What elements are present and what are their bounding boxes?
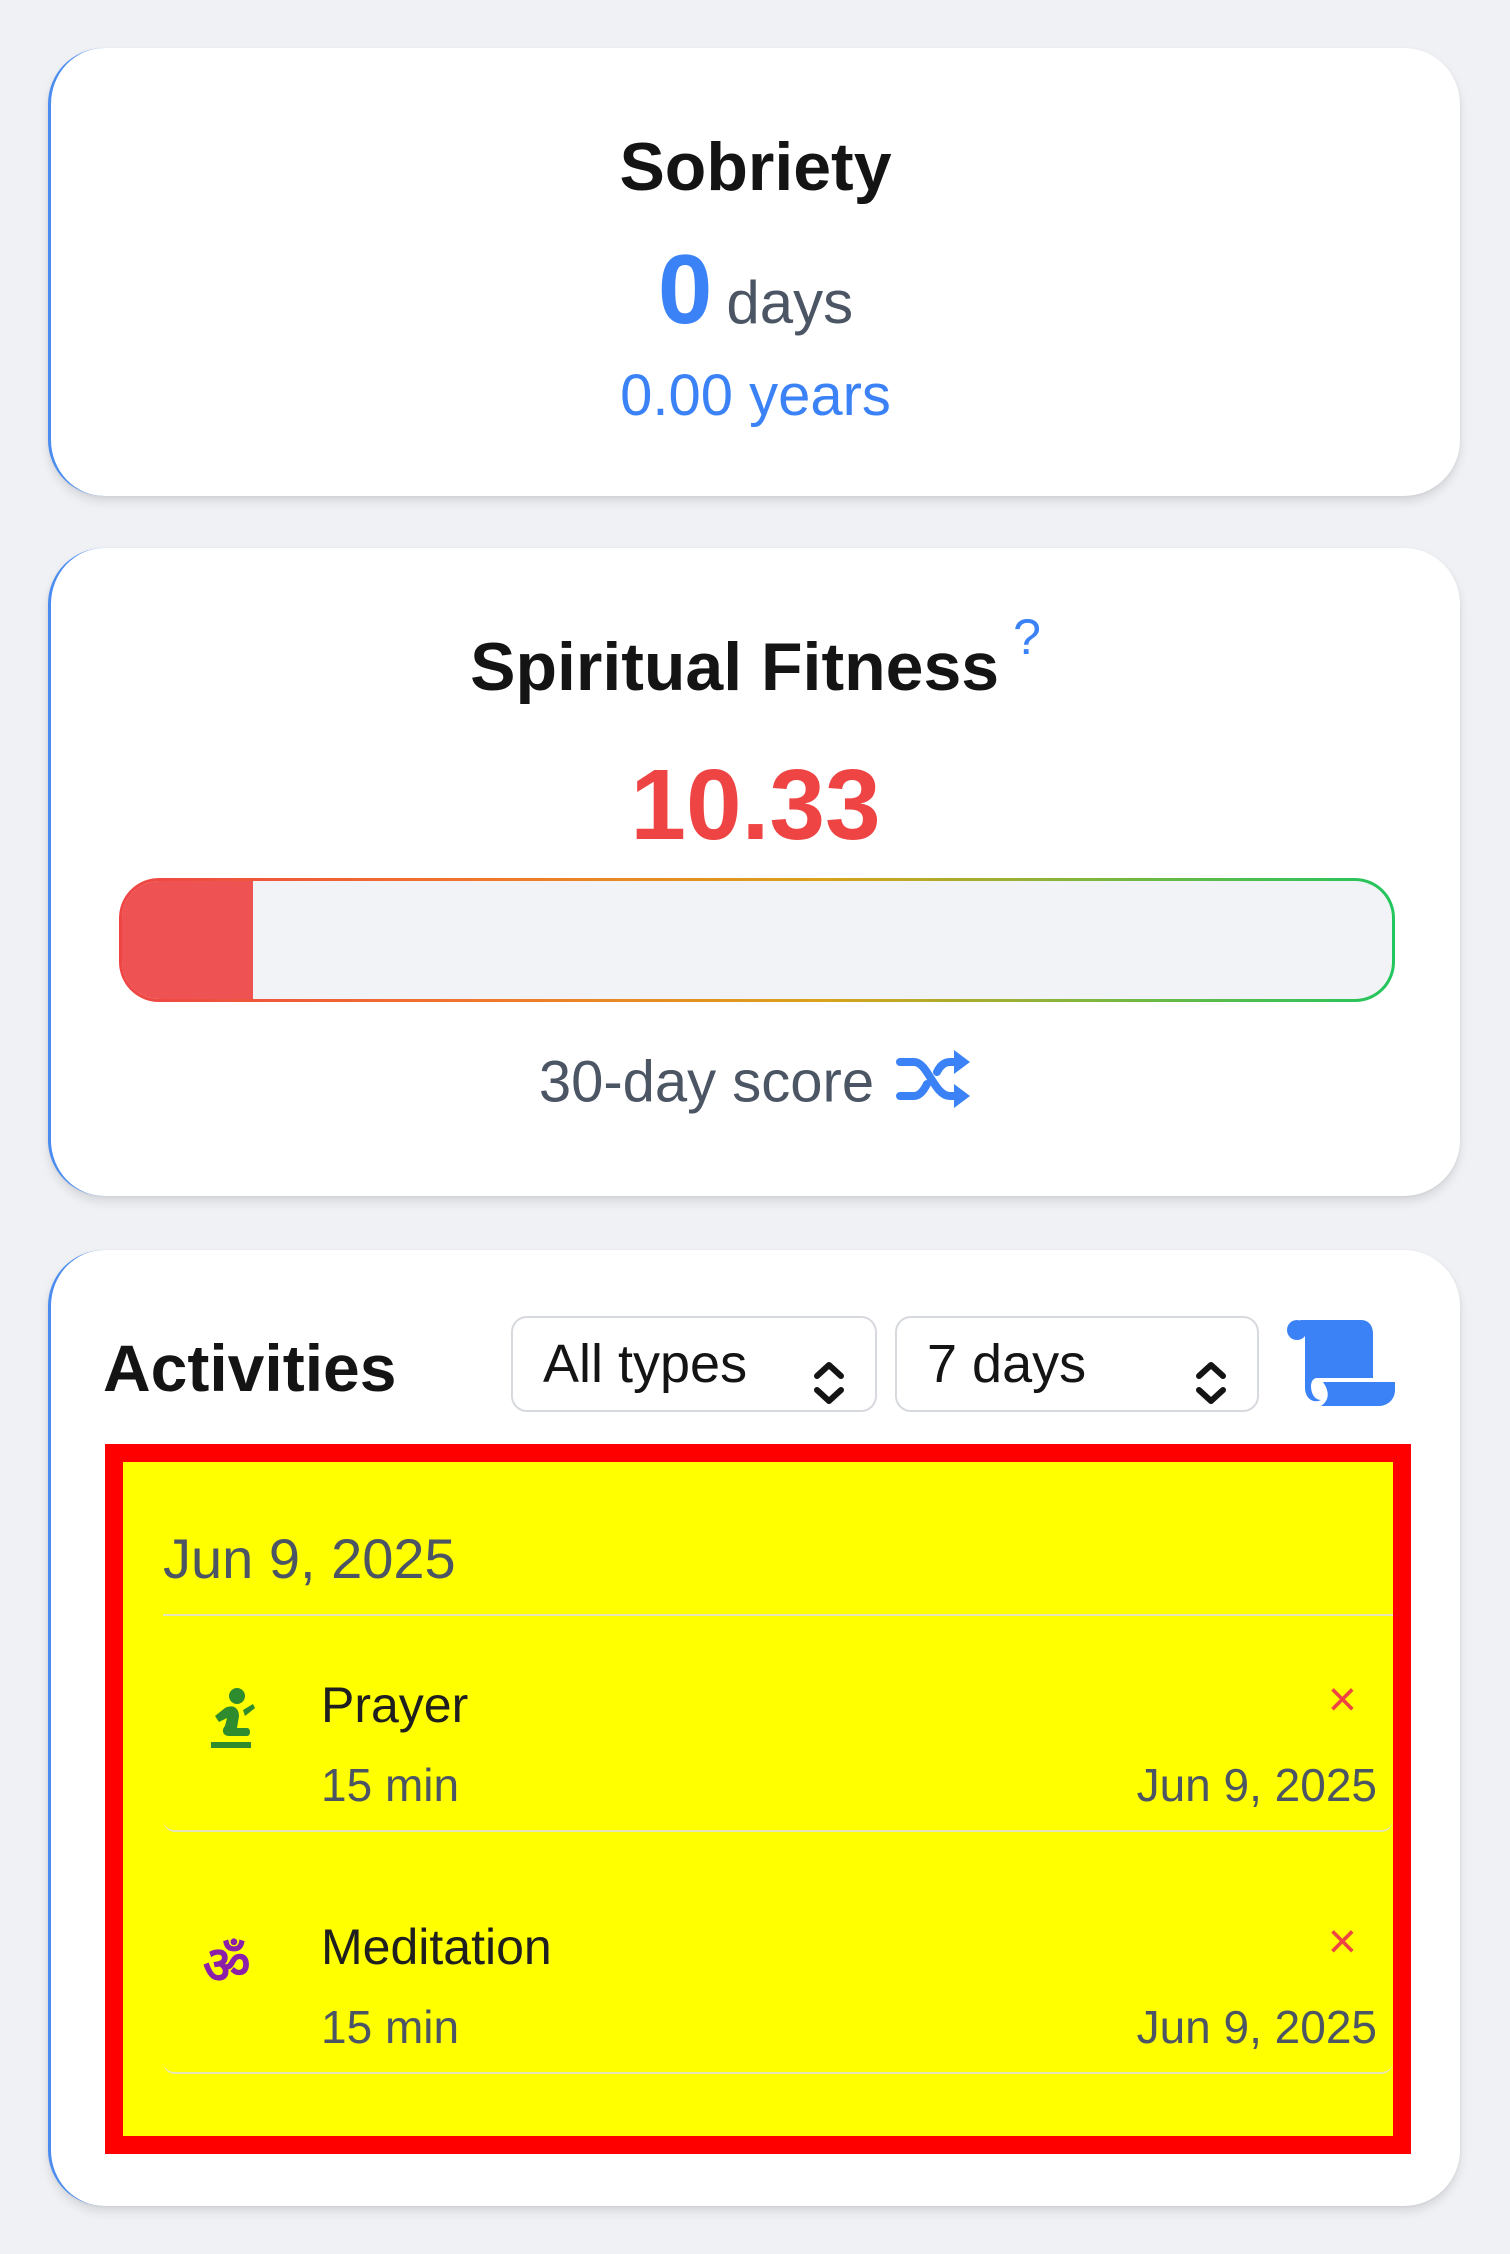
date-range-select[interactable]: 7 days xyxy=(895,1316,1259,1412)
activities-title: Activities xyxy=(103,1331,397,1405)
om-icon: ॐ xyxy=(203,1936,251,1996)
scroll-icon[interactable] xyxy=(1287,1316,1399,1413)
activity-type-select[interactable]: All types xyxy=(511,1316,877,1412)
sobriety-title: Sobriety xyxy=(619,129,892,205)
select-arrows-icon xyxy=(809,1342,849,1434)
fitness-progress-fill xyxy=(122,881,254,999)
date-range-select-value: 7 days xyxy=(927,1334,1087,1394)
sobriety-days-value: 0 xyxy=(657,234,713,344)
activity-name: Meditation xyxy=(321,1919,552,1975)
shuffle-icon[interactable] xyxy=(894,1046,972,1126)
delete-icon[interactable]: × xyxy=(1328,1670,1357,1728)
sobriety-days-unit: days xyxy=(726,269,854,336)
spiritual-fitness-heading: Spiritual Fitness? xyxy=(51,609,1460,706)
score-caption: 30-day score xyxy=(538,1049,875,1115)
person-praying-icon xyxy=(203,1686,259,1763)
fitness-progress-bar xyxy=(119,878,1395,1002)
divider xyxy=(163,1614,1393,1616)
sobriety-card: Sobriety 0 days 0.00 years xyxy=(48,48,1460,496)
sobriety-years: 0.00 years xyxy=(620,363,891,428)
activity-type-select-value: All types xyxy=(543,1334,748,1394)
activity-duration: 15 min xyxy=(321,1759,460,1811)
activity-duration: 15 min xyxy=(321,2001,460,2053)
activity-name: Prayer xyxy=(321,1677,469,1733)
score-caption-row: 30-day score xyxy=(51,1046,1460,1126)
delete-icon[interactable]: × xyxy=(1328,1912,1357,1970)
activity-group-date: Jun 9, 2025 xyxy=(163,1527,456,1590)
spiritual-fitness-score: 10.33 xyxy=(630,749,881,861)
activity-date: Jun 9, 2025 xyxy=(1136,1759,1377,1811)
spiritual-fitness-card: Spiritual Fitness? 10.33 30-day score xyxy=(48,548,1460,1196)
activity-date: Jun 9, 2025 xyxy=(1136,2001,1377,2053)
activity-entry-prayer[interactable]: Prayer 15 min × Jun 9, 2025 xyxy=(163,1634,1393,1832)
activity-entry-meditation[interactable]: ॐ Meditation 15 min × Jun 9, 2025 xyxy=(163,1876,1393,2074)
sobriety-days: 0 days xyxy=(51,234,1460,344)
spiritual-fitness-title: Spiritual Fitness xyxy=(470,629,1000,705)
activity-list: Jun 9, 2025 Prayer 15 min × Jun 9, 2025 … xyxy=(105,1444,1411,2154)
fitness-progress-track xyxy=(122,881,1392,999)
select-arrows-icon xyxy=(1191,1342,1231,1434)
activities-card: Activities All types 7 days Jun 9, 2025 xyxy=(48,1250,1460,2206)
help-icon[interactable]: ? xyxy=(1013,609,1041,665)
